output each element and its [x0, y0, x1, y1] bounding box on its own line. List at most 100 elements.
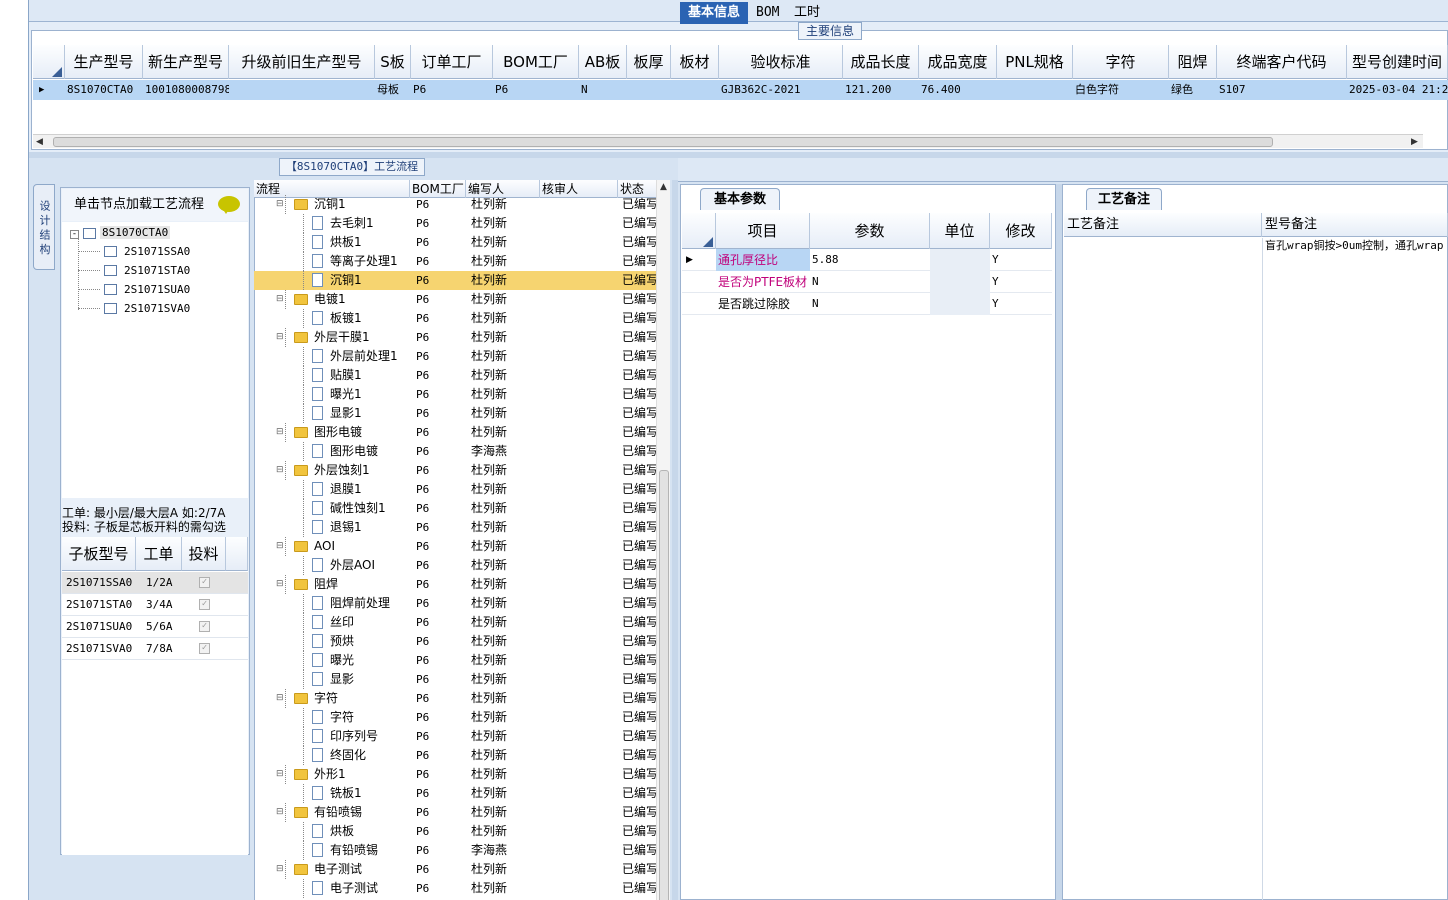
main-cell[interactable]: 121.200: [843, 80, 919, 100]
process-row[interactable]: ⊟ 外层干膜1 P6 杜列新 已编写: [254, 328, 656, 347]
main-col-header[interactable]: 成品长度: [843, 45, 919, 79]
process-row[interactable]: 曝光1 P6 杜列新 已编写: [254, 385, 656, 404]
process-row[interactable]: 有铅喷锡 P6 李海燕 已编写: [254, 841, 656, 860]
process-row[interactable]: 板镀1 P6 杜列新 已编写: [254, 309, 656, 328]
collapse-icon[interactable]: ⊟: [276, 575, 284, 594]
process-row[interactable]: 字符 P6 杜列新 已编写: [254, 708, 656, 727]
param-edit[interactable]: Y: [990, 249, 1052, 271]
main-cell[interactable]: 母板: [375, 80, 411, 100]
process-row[interactable]: ⊟ 外形1 P6 杜列新 已编写: [254, 765, 656, 784]
subgrid-row[interactable]: 2S1071STA0 3/4A ✓: [62, 594, 248, 616]
collapse-icon[interactable]: ⊟: [276, 423, 284, 442]
process-row[interactable]: ⊟ 沉铜1 P6 杜列新 已编写: [254, 195, 656, 214]
main-cell[interactable]: GJB362C-2021: [719, 80, 843, 100]
main-col-header[interactable]: 型号创建时间: [1347, 45, 1448, 79]
main-col-header[interactable]: 字符: [1073, 45, 1169, 79]
params-row[interactable]: 是否跳过除胶 N Y: [682, 293, 1052, 315]
process-row[interactable]: ⊟ 字符 P6 杜列新 已编写: [254, 689, 656, 708]
main-cell[interactable]: P6: [493, 80, 579, 100]
tab-bom[interactable]: BOM: [748, 2, 787, 24]
subgrid-row[interactable]: 2S1071SVA0 7/8A ✓: [62, 638, 248, 660]
params-row[interactable]: 是否为PTFE板材 N Y: [682, 271, 1052, 293]
collapse-icon[interactable]: ⊟: [276, 860, 284, 879]
tab-basic-info[interactable]: 基本信息: [680, 2, 749, 24]
main-cell[interactable]: [627, 80, 671, 100]
process-row[interactable]: 烘板1 P6 杜列新 已编写: [254, 233, 656, 252]
main-cell[interactable]: [997, 80, 1073, 100]
process-row[interactable]: 印序列号 P6 杜列新 已编写: [254, 727, 656, 746]
param-value[interactable]: N: [810, 271, 930, 293]
process-row[interactable]: 外层AOI P6 杜列新 已编写: [254, 556, 656, 575]
subgrid-header[interactable]: 子板型号: [62, 537, 136, 571]
tree-root-node[interactable]: -8S1070CTA0: [70, 225, 171, 241]
process-row[interactable]: 铣板1 P6 杜列新 已编写: [254, 784, 656, 803]
main-cell[interactable]: 白色字符: [1073, 80, 1169, 100]
process-row[interactable]: 退膜1 P6 杜列新 已编写: [254, 480, 656, 499]
main-cell[interactable]: [229, 80, 375, 100]
main-col-header[interactable]: 验收标准: [719, 45, 843, 79]
param-unit[interactable]: [930, 249, 990, 271]
process-row[interactable]: ⊟ 有铅喷锡 P6 杜列新 已编写: [254, 803, 656, 822]
process-row[interactable]: 外层前处理1 P6 杜列新 已编写: [254, 347, 656, 366]
main-cell[interactable]: 10010800087983: [143, 80, 229, 100]
tree-child-node[interactable]: 2S1071SSA0: [124, 244, 190, 260]
main-cell[interactable]: 76.400: [919, 80, 997, 100]
process-row[interactable]: 退锡1 P6 杜列新 已编写: [254, 518, 656, 537]
process-row[interactable]: 曝光 P6 杜列新 已编写: [254, 651, 656, 670]
process-scroll-thumb[interactable]: [659, 470, 669, 900]
main-cell[interactable]: 8S1070CTA0: [65, 80, 143, 100]
main-grid-hscrollbar[interactable]: ◀ ▶: [33, 134, 1423, 148]
process-row[interactable]: 图形电镀 P6 李海燕 已编写: [254, 442, 656, 461]
main-col-header[interactable]: 成品宽度: [919, 45, 997, 79]
process-row[interactable]: ⊟ 外层蚀刻1 P6 杜列新 已编写: [254, 461, 656, 480]
params-row[interactable]: ▶ 通孔厚径比 5.88 Y: [682, 249, 1052, 271]
process-row[interactable]: ⊟ 电镀1 P6 杜列新 已编写: [254, 290, 656, 309]
params-col-header[interactable]: 参数: [810, 213, 930, 249]
main-col-header[interactable]: 终端客户代码: [1217, 45, 1347, 79]
feed-checkbox[interactable]: ✓: [199, 643, 210, 654]
process-row[interactable]: 显影 P6 杜列新 已编写: [254, 670, 656, 689]
process-row[interactable]: 电子测试 P6 杜列新 已编写: [254, 879, 656, 898]
collapse-icon[interactable]: ⊟: [276, 537, 284, 556]
subgrid-row[interactable]: 2S1071SSA0 1/2A ✓: [62, 572, 248, 594]
main-cell[interactable]: S107: [1217, 80, 1347, 100]
main-cell[interactable]: 2025-03-04 21:24:34: [1347, 80, 1448, 100]
subgrid-row[interactable]: 2S1071SUA0 5/6A ✓: [62, 616, 248, 638]
main-col-header[interactable]: 新生产型号: [143, 45, 229, 79]
process-row[interactable]: ⊟ 图形电镀 P6 杜列新 已编写: [254, 423, 656, 442]
tree-child-node[interactable]: 2S1071STA0: [124, 263, 190, 279]
design-structure-tab[interactable]: 设 计 结 构: [33, 184, 55, 270]
collapse-icon[interactable]: ⊟: [276, 765, 284, 784]
tab-work-hours[interactable]: 工时: [786, 2, 828, 24]
basic-params-tab[interactable]: 基本参数: [700, 188, 780, 210]
param-unit[interactable]: [930, 271, 990, 293]
scroll-right-icon[interactable]: ▶: [1411, 135, 1418, 149]
param-edit[interactable]: Y: [990, 271, 1052, 293]
process-row[interactable]: 去毛刺1 P6 杜列新 已编写: [254, 214, 656, 233]
main-cell[interactable]: 绿色: [1169, 80, 1217, 100]
process-row[interactable]: 贴膜1 P6 杜列新 已编写: [254, 366, 656, 385]
main-grid-scroll-thumb[interactable]: [53, 137, 1273, 147]
scroll-left-icon[interactable]: ◀: [36, 135, 43, 149]
param-unit[interactable]: [930, 293, 990, 315]
main-col-header[interactable]: 升级前旧生产型号: [229, 45, 375, 79]
process-row[interactable]: 丝印 P6 杜列新 已编写: [254, 613, 656, 632]
collapse-icon[interactable]: ⊟: [276, 328, 284, 347]
collapse-icon[interactable]: ⊟: [276, 461, 284, 480]
main-col-header[interactable]: AB板: [579, 45, 627, 79]
main-col-header[interactable]: 订单工厂: [411, 45, 493, 79]
param-edit[interactable]: Y: [990, 293, 1052, 315]
main-col-header[interactable]: PNL规格: [997, 45, 1073, 79]
main-col-header[interactable]: BOM工厂: [493, 45, 579, 79]
process-row[interactable]: ⊟ AOI P6 杜列新 已编写: [254, 537, 656, 556]
process-row[interactable]: 等离子处理1 P6 杜列新 已编写: [254, 252, 656, 271]
feed-checkbox[interactable]: ✓: [199, 599, 210, 610]
main-grid-row[interactable]: ▶ 8S1070CTA0 10010800087983 母板 P6 P6 N GJB362C-…: [33, 80, 1448, 100]
params-col-header[interactable]: 单位: [930, 213, 990, 249]
process-row[interactable]: 预烘 P6 杜列新 已编写: [254, 632, 656, 651]
collapse-icon[interactable]: ⊟: [276, 803, 284, 822]
param-value[interactable]: N: [810, 293, 930, 315]
process-row[interactable]: 显影1 P6 杜列新 已编写: [254, 404, 656, 423]
params-col-header[interactable]: 项目: [716, 213, 810, 249]
process-row[interactable]: 终固化 P6 杜列新 已编写: [254, 746, 656, 765]
